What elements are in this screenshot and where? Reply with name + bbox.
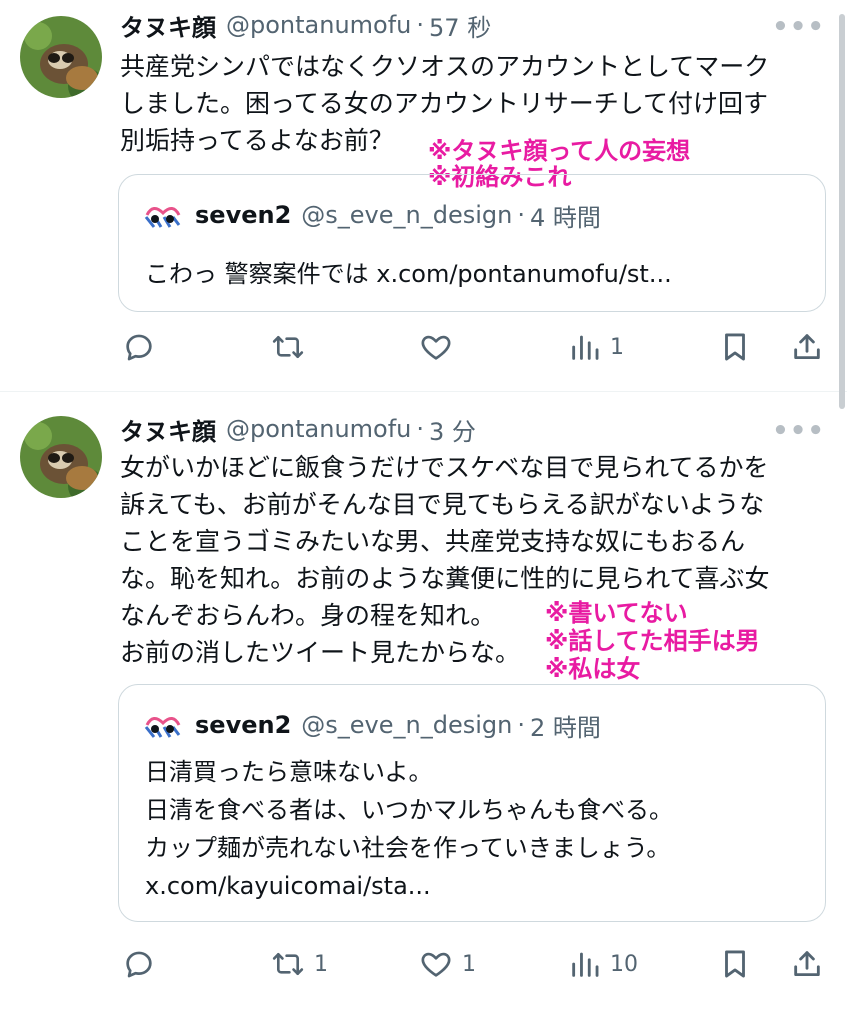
- scrollbar[interactable]: [839, 14, 845, 409]
- more-icon[interactable]: •••: [772, 12, 825, 42]
- avatar[interactable]: [20, 416, 102, 498]
- quoted-text-line: x.com/kayuicomai/sta...: [145, 872, 431, 900]
- quoted-timestamp: 2 時間: [530, 713, 601, 742]
- share-button[interactable]: [790, 327, 824, 367]
- separator: ·: [517, 201, 525, 229]
- quoted-author-name: seven2: [195, 201, 292, 229]
- views-button[interactable]: 1: [568, 327, 624, 367]
- retweet-icon: [272, 952, 304, 976]
- author-handle[interactable]: @pontanumofu: [226, 415, 411, 443]
- quoted-tweet[interactable]: seven2 @s_eve_n_design · 2 時間 日清買ったら意味ない…: [118, 684, 826, 922]
- tweet-text-line: 女がいかほどに飯食うだけでスケベな目で見られてるかを: [120, 453, 769, 482]
- annotation: ※私は女: [545, 655, 641, 683]
- quoted-author-name: seven2: [195, 711, 292, 739]
- quoted-text-line: カップ麺が売れない社会を作っていきましょう。: [145, 834, 671, 862]
- quoted-text-line: 日清買ったら意味ないよ。: [145, 758, 433, 786]
- quoted-avatar[interactable]: [143, 195, 183, 235]
- retweet-icon: [272, 335, 304, 359]
- quoted-author-handle: @s_eve_n_design: [301, 711, 513, 739]
- bookmark-button[interactable]: [718, 327, 752, 367]
- action-bar: 1: [0, 327, 847, 367]
- like-icon: [421, 335, 451, 360]
- annotation: ※タヌキ顔って人の妄想: [428, 137, 691, 165]
- timestamp[interactable]: 3 分: [429, 412, 476, 447]
- share-icon: [794, 334, 820, 360]
- share-button[interactable]: [790, 944, 824, 984]
- separator: ·: [416, 415, 425, 443]
- separator: ·: [517, 711, 525, 739]
- bookmark-icon: [725, 950, 745, 978]
- tweet-header: タヌキ顔 @pontanumofu · 57 秒: [120, 8, 491, 42]
- quoted-tweet-text: こわっ 警察案件では x.com/pontanumofu/st...: [145, 255, 672, 293]
- tweet-text-line: しました。困ってる女のアカウントリサーチして付け回す: [120, 89, 769, 118]
- retweet-count: 1: [314, 951, 328, 977]
- tweet-2[interactable]: タヌキ顔 @pontanumofu · 3 分 ••• 女がいかほどに飯食うだけ…: [0, 392, 847, 1023]
- views-icon: [572, 335, 599, 360]
- tweet-header: タヌキ顔 @pontanumofu · 3 分: [120, 412, 476, 446]
- views-count: 10: [610, 951, 638, 977]
- avatar[interactable]: [20, 16, 102, 98]
- like-button[interactable]: [418, 327, 462, 367]
- tweet-1[interactable]: タヌキ顔 @pontanumofu · 57 秒 ••• 共産党シンパではなくク…: [0, 0, 847, 392]
- reply-button[interactable]: [122, 944, 164, 984]
- tweet-text-line: ことを宣うゴミみたいな男、共産党支持な奴にもおるん: [120, 527, 746, 556]
- author-handle[interactable]: @pontanumofu: [226, 11, 411, 39]
- annotation: ※話してた相手は男: [545, 627, 760, 655]
- tweet-text-line: な。恥を知れ。お前のような糞便に性的に見られて喜ぶ女: [120, 564, 770, 593]
- share-icon: [794, 951, 820, 977]
- retweet-button[interactable]: [270, 327, 314, 367]
- retweet-button[interactable]: 1: [270, 944, 328, 984]
- quoted-avatar[interactable]: [143, 705, 183, 745]
- separator: ·: [416, 11, 425, 39]
- bookmark-button[interactable]: [718, 944, 752, 984]
- more-icon[interactable]: •••: [772, 416, 825, 446]
- quoted-tweet-header: seven2 @s_eve_n_design · 4 時間: [143, 195, 601, 235]
- quoted-text-line: こわっ 警察案件では x.com/pontanumofu/st...: [145, 260, 672, 288]
- quoted-author-handle: @s_eve_n_design: [301, 201, 513, 229]
- quoted-tweet-header: seven2 @s_eve_n_design · 2 時間: [143, 705, 601, 745]
- views-count: 1: [610, 334, 624, 360]
- quoted-tweet[interactable]: seven2 @s_eve_n_design · 4 時間 こわっ 警察案件では…: [118, 174, 826, 312]
- views-icon: [572, 952, 599, 977]
- like-button[interactable]: 1: [418, 944, 476, 984]
- quoted-tweet-text: 日清買ったら意味ないよ。 日清を食べる者は、いつかマルちゃんも食べる。 カップ麺…: [145, 753, 673, 905]
- reply-button[interactable]: [122, 327, 164, 367]
- quoted-text-line: 日清を食べる者は、いつかマルちゃんも食べる。: [145, 796, 673, 824]
- like-count: 1: [462, 951, 476, 977]
- author-name[interactable]: タヌキ顔: [120, 8, 216, 43]
- reply-icon: [126, 334, 152, 361]
- annotation: ※書いてない: [545, 599, 688, 627]
- like-icon: [421, 952, 451, 977]
- bookmark-icon: [725, 333, 745, 361]
- tweet-text-line: 共産党シンパではなくクソオスのアカウントとしてマーク: [120, 52, 770, 81]
- quoted-timestamp: 4 時間: [530, 203, 601, 232]
- timestamp[interactable]: 57 秒: [429, 8, 491, 43]
- tweet-text-line: 訴えても、お前がそんな目で見てもらえる訳がないような: [120, 490, 765, 519]
- views-button[interactable]: 10: [568, 944, 638, 984]
- action-bar: 1 1 10: [0, 944, 847, 984]
- reply-icon: [126, 951, 152, 978]
- author-name[interactable]: タヌキ顔: [120, 412, 216, 447]
